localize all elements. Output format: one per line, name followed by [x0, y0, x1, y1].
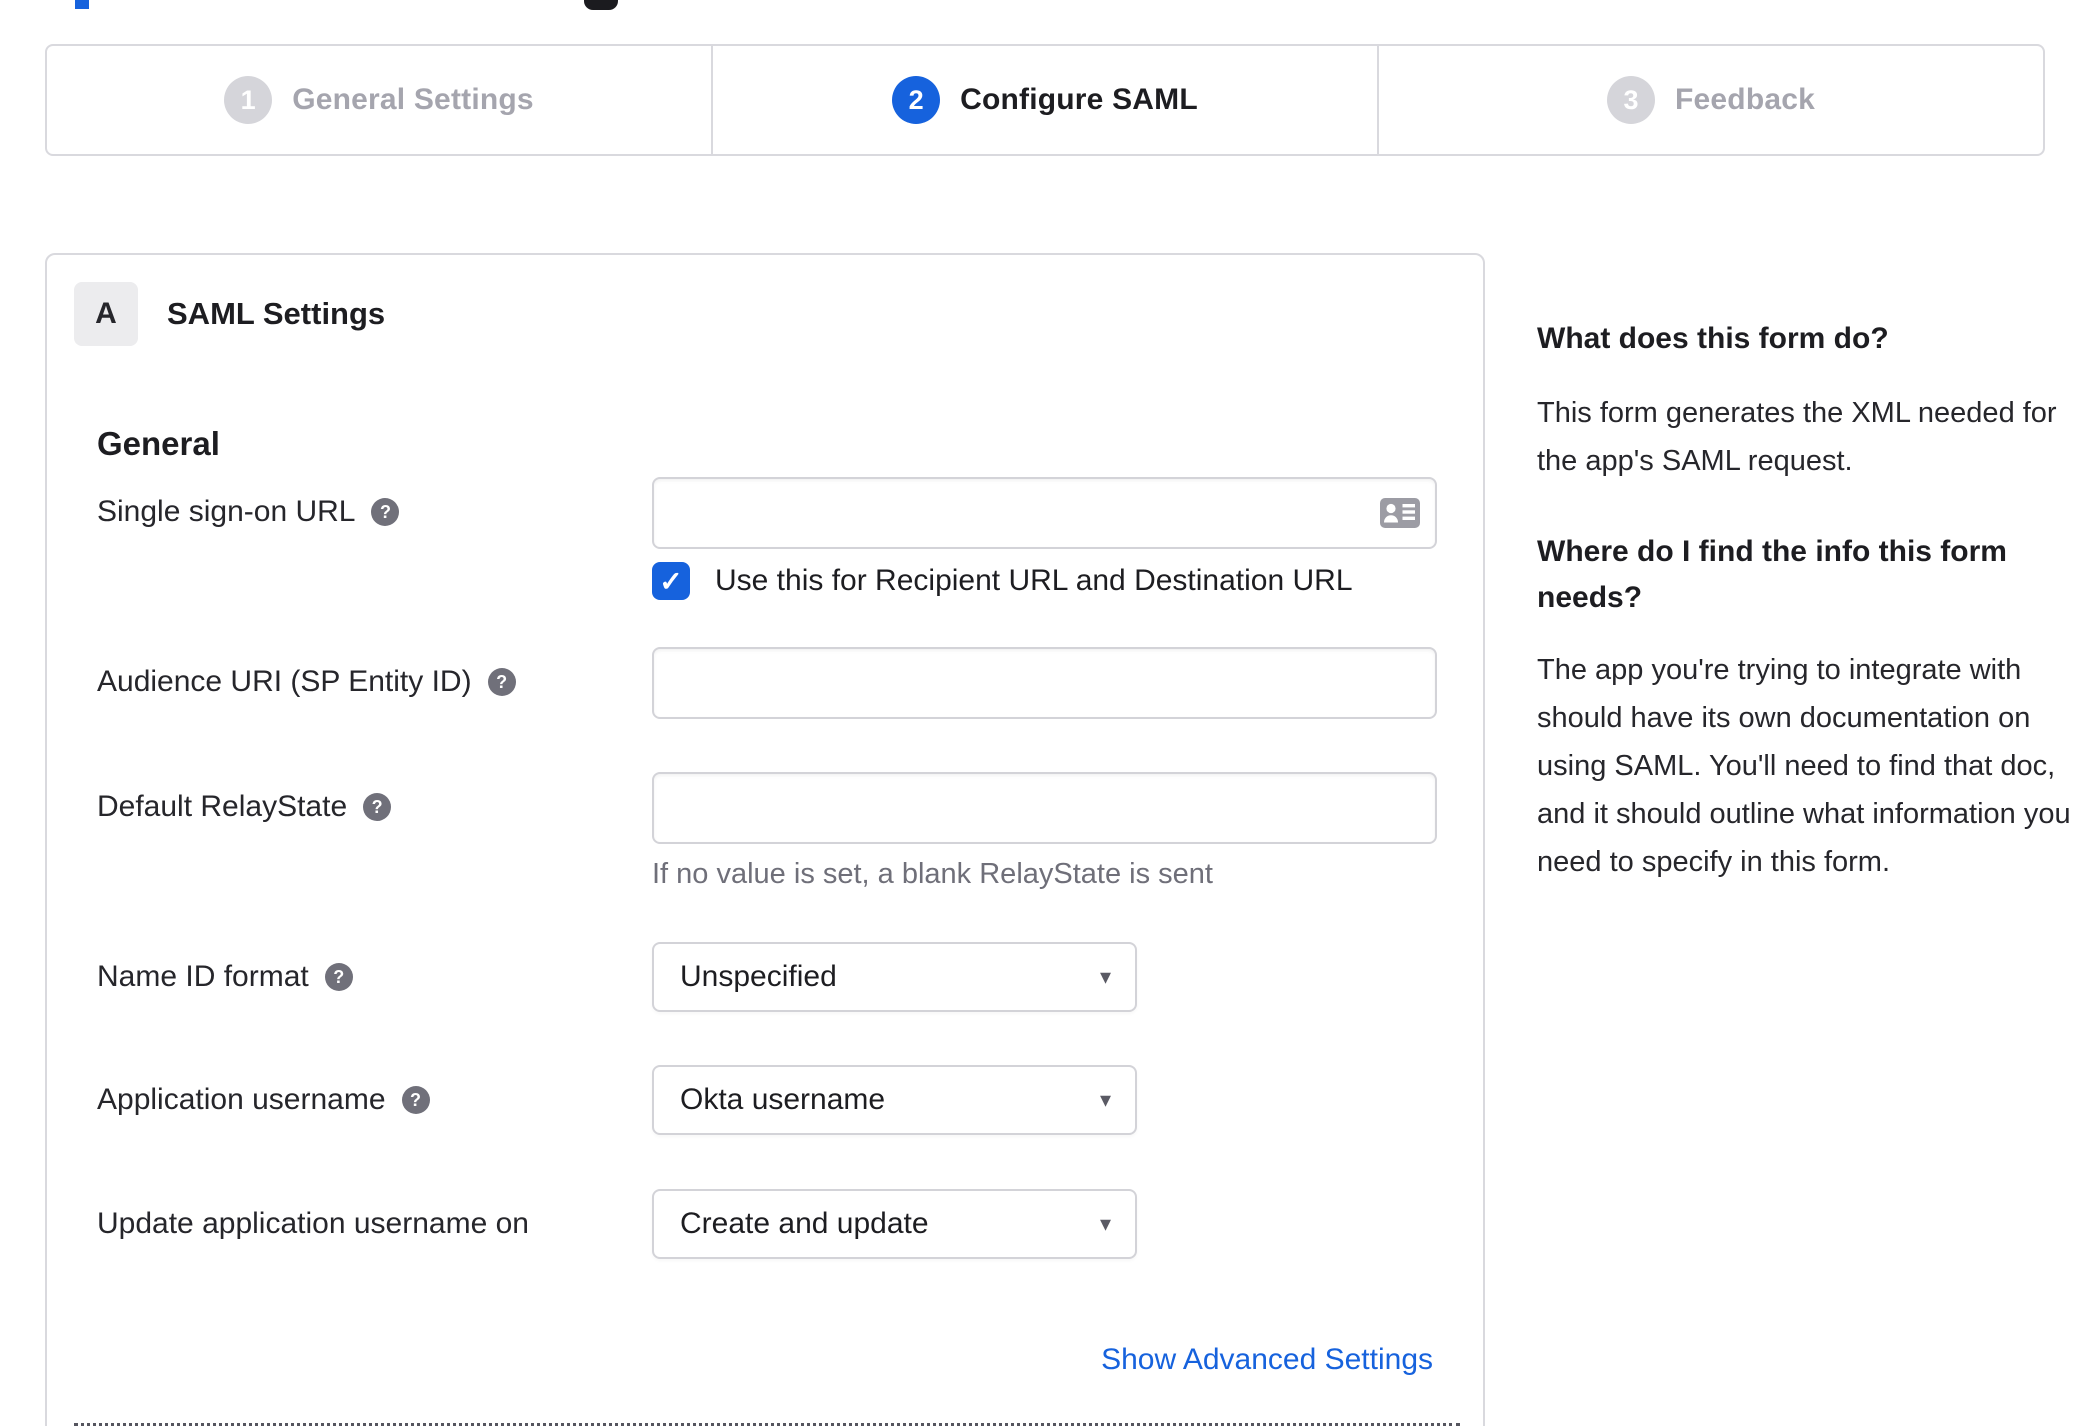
help-heading-what: What does this form do? [1537, 322, 1889, 355]
name-id-format-label: Name ID format [97, 960, 309, 993]
application-username-value: Okta username [680, 1083, 886, 1116]
update-username-row: Update application username on Create an… [47, 1189, 1483, 1261]
application-username-row: Application username ? Okta username ▾ [47, 1065, 1483, 1137]
step-configure-saml[interactable]: 2 Configure SAML [711, 46, 1377, 154]
application-username-label: Application username [97, 1083, 386, 1116]
relay-state-input[interactable] [652, 772, 1437, 844]
audience-uri-label-wrap: Audience URI (SP Entity ID) ? [97, 647, 627, 717]
help-icon[interactable]: ? [371, 498, 400, 526]
sso-url-input[interactable] [652, 477, 1437, 549]
application-username-select[interactable]: Okta username ▾ [652, 1065, 1137, 1135]
section-a-badge: A [74, 282, 138, 346]
update-username-select[interactable]: Create and update ▾ [652, 1189, 1137, 1259]
sso-url-label: Single sign-on URL [97, 495, 356, 528]
clipped-top-element-dark [584, 0, 618, 10]
update-username-value: Create and update [680, 1207, 929, 1240]
help-heading-where: Where do I find the info this form needs… [1537, 535, 2007, 614]
audience-uri-label: Audience URI (SP Entity ID) [97, 665, 472, 698]
application-username-label-wrap: Application username ? [97, 1065, 627, 1135]
step-general-settings[interactable]: 1 General Settings [47, 46, 711, 154]
step-2-number-badge: 2 [892, 76, 941, 124]
clipped-top-element-blue [75, 0, 89, 9]
dropdown-arrow-icon: ▾ [1099, 1211, 1111, 1236]
dropdown-arrow-icon: ▾ [1099, 1087, 1111, 1112]
step-1-label: General Settings [292, 83, 534, 116]
sso-url-label-wrap: Single sign-on URL ? [97, 477, 627, 547]
update-username-label-wrap: Update application username on [97, 1189, 627, 1259]
update-username-label: Update application username on [97, 1207, 529, 1240]
name-id-format-label-wrap: Name ID format ? [97, 942, 627, 1012]
relay-state-label-wrap: Default RelayState ? [97, 772, 627, 842]
general-section-title: General [97, 425, 220, 462]
help-sidebar: What does this form do? This form genera… [1537, 316, 2082, 886]
recipient-destination-checkbox-label: Use this for Recipient URL and Destinati… [715, 564, 1353, 597]
recipient-destination-checkbox-row[interactable]: ✓ Use this for Recipient URL and Destina… [652, 562, 1353, 600]
panel-title: SAML Settings [167, 296, 386, 331]
wizard-stepper: 1 General Settings 2 Configure SAML 3 Fe… [45, 44, 2045, 156]
show-advanced-settings-link[interactable]: Show Advanced Settings [1101, 1343, 1433, 1377]
relay-state-row: Default RelayState ? If no value is set,… [47, 772, 1483, 892]
dropdown-arrow-icon: ▾ [1099, 964, 1111, 989]
sso-url-row: Single sign-on URL ? [47, 477, 1483, 549]
configure-saml-page: 1 General Settings 2 Configure SAML 3 Fe… [0, 0, 2092, 1426]
audience-uri-row: Audience URI (SP Entity ID) ? [47, 647, 1483, 719]
audience-uri-input[interactable] [652, 647, 1437, 719]
step-3-label: Feedback [1675, 83, 1815, 116]
step-3-number-badge: 3 [1607, 76, 1655, 124]
step-1-number-badge: 1 [224, 76, 273, 124]
name-id-format-row: Name ID format ? Unspecified ▾ [47, 942, 1483, 1014]
help-paragraph-what: This form generates the XML needed for t… [1537, 397, 2057, 477]
relay-state-label: Default RelayState [97, 790, 348, 823]
checkbox-checked-icon[interactable]: ✓ [652, 562, 690, 600]
step-2-label: Configure SAML [960, 83, 1198, 116]
name-id-format-value: Unspecified [680, 960, 837, 993]
step-feedback[interactable]: 3 Feedback [1377, 46, 2043, 154]
saml-settings-panel: A SAML Settings General Single sign-on U… [45, 253, 1485, 1426]
help-icon[interactable]: ? [487, 668, 516, 696]
help-icon[interactable]: ? [324, 963, 353, 991]
name-id-format-select[interactable]: Unspecified ▾ [652, 942, 1137, 1012]
help-paragraph-where: The app you're trying to integrate with … [1537, 654, 2071, 878]
help-icon[interactable]: ? [401, 1086, 430, 1114]
relay-state-hint: If no value is set, a blank RelayState i… [652, 858, 1213, 890]
help-icon[interactable]: ? [363, 793, 392, 821]
contact-card-icon[interactable] [1379, 497, 1421, 529]
